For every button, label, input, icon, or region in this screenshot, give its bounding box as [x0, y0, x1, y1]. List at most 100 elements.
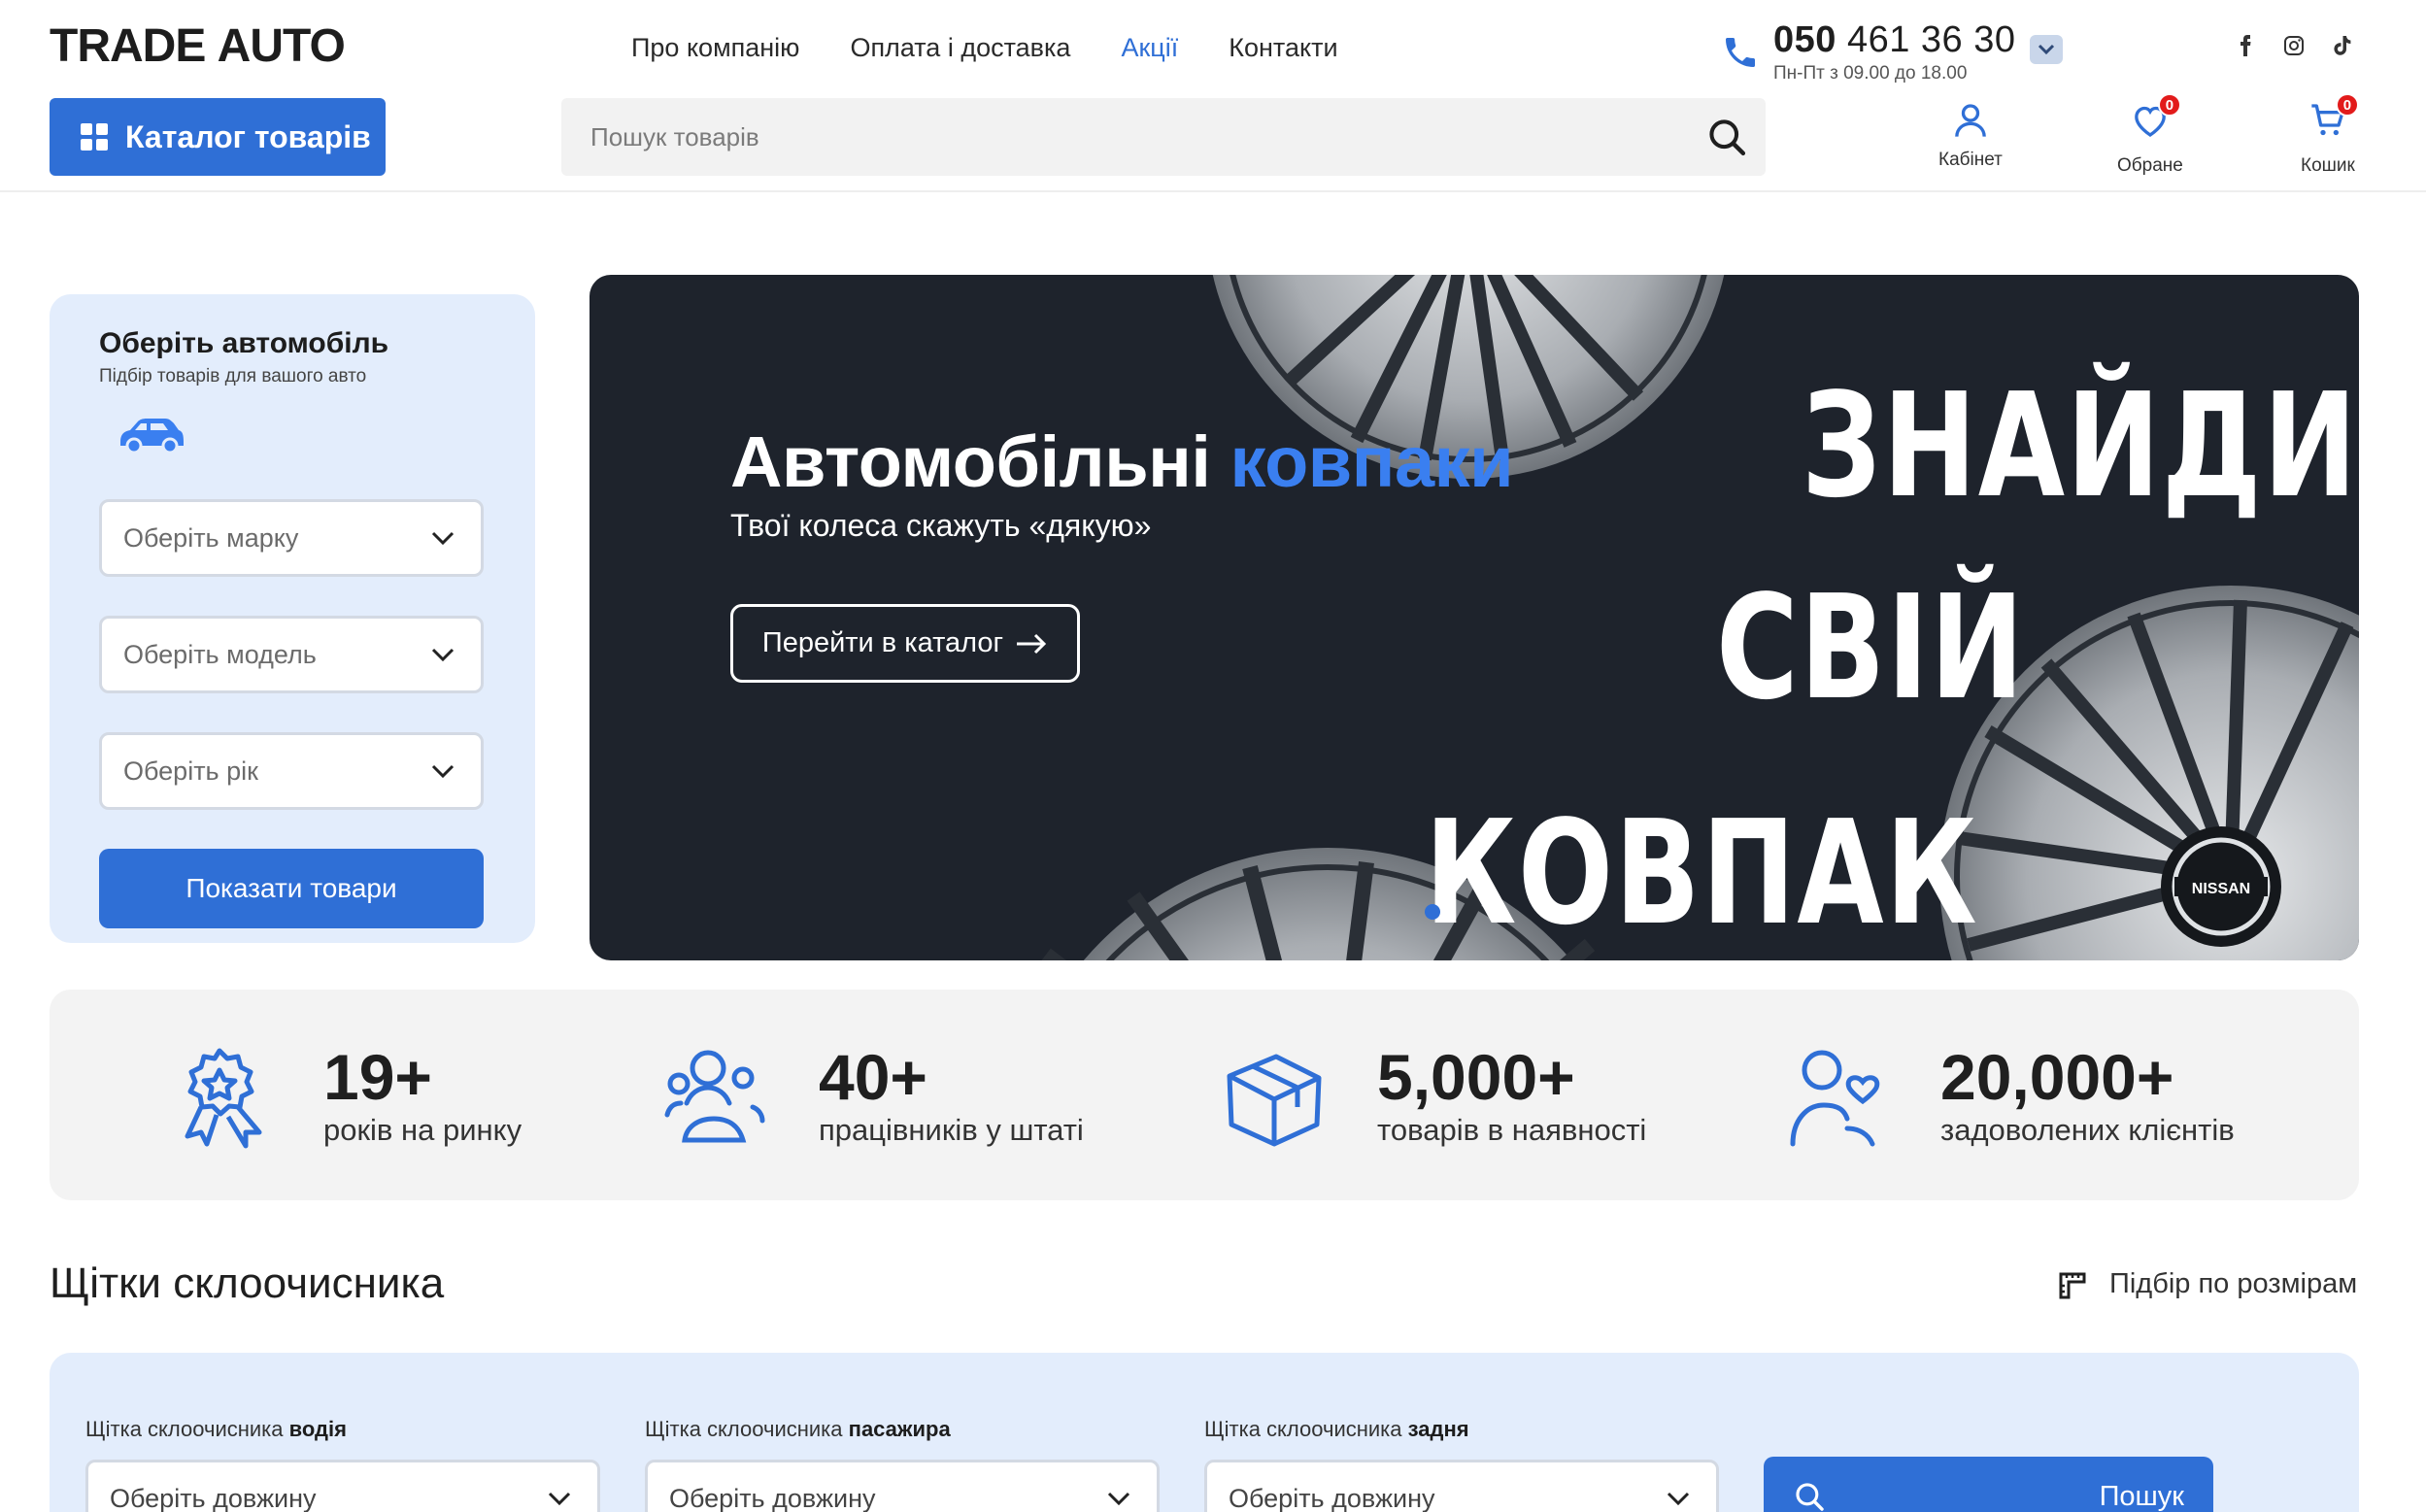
favorites-link[interactable]: 0 Обране: [2117, 93, 2183, 177]
wiper-search-button[interactable]: Пошук: [1764, 1457, 2213, 1512]
carousel-dot[interactable]: [1425, 904, 1440, 920]
nav-contacts[interactable]: Контакти: [1229, 33, 1337, 63]
wiper-rear-label: Щітка склоочисника задня: [1204, 1417, 1469, 1441]
stat-products: 5,000+ товарів в наявності: [1220, 1043, 1646, 1150]
team-icon: [664, 1050, 765, 1143]
stat-years-label: років на ринку: [323, 1113, 522, 1147]
nav-payment-delivery[interactable]: Оплата і доставка: [850, 33, 1070, 63]
banner-word-find: ЗНАЙДИ: [1802, 362, 2359, 529]
phone-dropdown-button[interactable]: [2029, 35, 2063, 64]
phone-icon: [1726, 38, 1755, 67]
wiper-rear-placeholder: Оберіть довжину: [1229, 1483, 1435, 1512]
logo[interactable]: TRADE AUTO: [50, 19, 346, 73]
working-hours: Пн-Пт з 09.00 до 18.00: [1773, 63, 1968, 84]
instagram-icon[interactable]: [2282, 33, 2306, 58]
banner-subtitle: Твої колеса скажуть «дякую»: [730, 508, 1152, 543]
phone-number[interactable]: 050 461 36 30: [1773, 19, 2016, 61]
cart-link[interactable]: 0 Кошик: [2301, 93, 2359, 177]
stat-products-label: товарів в наявності: [1377, 1113, 1647, 1147]
catalog-button[interactable]: Каталог товарів: [50, 98, 386, 176]
go-to-catalog-label: Перейти в каталог: [761, 627, 1004, 658]
wiper-driver-placeholder: Оберіть довжину: [110, 1483, 317, 1512]
arrow-right-icon: [1017, 633, 1047, 654]
go-to-catalog-button[interactable]: Перейти в каталог: [730, 604, 1080, 683]
wiper-passenger-length-select[interactable]: Оберіть довжину: [645, 1460, 1160, 1512]
car-selector-subtitle: Підбір товарів для вашого авто: [99, 366, 367, 386]
stat-employees-label: працівників у штаті: [819, 1113, 1084, 1147]
chevron-down-icon: [431, 531, 455, 546]
wiper-search-label: Пошук: [2099, 1480, 2184, 1512]
banner-title-main: Автомобільні: [730, 421, 1211, 502]
logo-part-trade: TRADE: [50, 20, 206, 72]
catalog-button-label: Каталог товарів: [125, 118, 371, 154]
search-icon[interactable]: [1705, 116, 1748, 158]
wipers-filter-panel: Щітка склоочисника водія Оберіть довжину…: [50, 1353, 2359, 1512]
size-selection-label: Підбір по розмірам: [2109, 1268, 2358, 1299]
search-input[interactable]: [590, 121, 1659, 152]
wiper-rear-column: Щітка склоочисника задня Оберіть довжину: [1204, 1417, 1719, 1512]
model-select-placeholder: Оберіть модель: [123, 639, 317, 669]
logo-part-auto: AUTO: [217, 20, 346, 72]
tiktok-icon[interactable]: [2331, 33, 2354, 58]
site-header: TRADE AUTO Про компанію Оплата і доставк…: [0, 0, 2426, 192]
main-nav: Про компанію Оплата і доставка Акції Кон…: [631, 33, 1338, 63]
search-bar: [561, 98, 1766, 176]
cart-label: Кошик: [2301, 155, 2355, 176]
chevron-down-icon: [2038, 44, 2054, 55]
stat-clients-value: 20,000+: [1940, 1041, 2174, 1113]
banner-title: Автомобільні ковпаки: [730, 420, 1514, 503]
favorites-label: Обране: [2117, 155, 2183, 176]
stat-years: 19+ років на ринку: [166, 1043, 522, 1150]
chevron-down-icon: [1667, 1492, 1690, 1506]
year-select[interactable]: Оберіть рік: [99, 732, 484, 810]
social-links: [2234, 33, 2354, 58]
wiper-rear-length-select[interactable]: Оберіть довжину: [1204, 1460, 1719, 1512]
chevron-down-icon: [431, 648, 455, 662]
car-icon: [120, 419, 184, 454]
cabinet-link[interactable]: Кабінет: [1938, 101, 2003, 171]
phone-digits: 461 36 30: [1846, 19, 2016, 60]
nav-promotions[interactable]: Акції: [1121, 33, 1178, 63]
phone-block: 050 461 36 30 Пн-Пт з 09.00 до 18.00: [1721, 19, 2063, 84]
ruler-icon: [2059, 1272, 2086, 1298]
wiper-driver-length-select[interactable]: Оберіть довжину: [85, 1460, 600, 1512]
wiper-passenger-label: Щітка склоочисника пасажира: [645, 1417, 951, 1441]
stat-employees: 40+ працівників у штаті: [661, 1043, 1084, 1150]
wipers-section-title: Щітки склоочисника: [50, 1260, 445, 1307]
stats-bar: 19+ років на ринку 40+ працівників у шта…: [50, 990, 2359, 1200]
stat-clients: 20,000+ задоволених клієнтів: [1783, 1043, 2235, 1150]
grid-icon: [81, 123, 108, 151]
chevron-down-icon: [548, 1492, 571, 1506]
phone-code: 050: [1773, 19, 1836, 60]
hero-banner[interactable]: NISSAN Автомобільні ковпаки Твої колеса …: [590, 275, 2359, 960]
size-selection-link[interactable]: Підбір по розмірам: [2057, 1268, 2357, 1300]
brand-select[interactable]: Оберіть марку: [99, 499, 484, 577]
stat-years-value: 19+: [323, 1041, 432, 1113]
banner-title-highlight: ковпаки: [1230, 421, 1514, 502]
phone-text[interactable]: 050 461 36 30 Пн-Пт з 09.00 до 18.00: [1773, 19, 2016, 84]
wiper-driver-column: Щітка склоочисника водія Оберіть довжину: [85, 1417, 600, 1512]
wiper-passenger-column: Щітка склоочисника пасажира Оберіть довж…: [645, 1417, 1160, 1512]
car-selector-panel: Оберіть автомобіль Підбір товарів для ва…: [50, 294, 535, 943]
wiper-passenger-placeholder: Оберіть довжину: [669, 1483, 876, 1512]
wheel-brand-label: NISSAN: [2192, 881, 2250, 897]
happy-clients-icon: [1790, 1050, 1880, 1147]
car-selector-title: Оберіть автомобіль: [99, 327, 389, 359]
user-icon: [1955, 104, 1986, 137]
favorites-count-badge: 0: [2157, 93, 2181, 117]
banner-word-your: СВІЙ: [1716, 564, 2026, 731]
cabinet-label: Кабінет: [1938, 150, 2003, 170]
search-icon: [1796, 1483, 1824, 1511]
award-icon: [185, 1048, 262, 1149]
show-products-button[interactable]: Показати товари: [99, 849, 484, 928]
wiper-driver-label: Щітка склоочисника водія: [85, 1417, 347, 1441]
facebook-icon[interactable]: [2234, 33, 2257, 58]
favorites-icon-wrap: 0: [2131, 93, 2181, 155]
cart-count-badge: 0: [2335, 93, 2359, 117]
year-select-placeholder: Оберіть рік: [123, 756, 258, 786]
nav-about[interactable]: Про компанію: [631, 33, 799, 63]
stat-clients-label: задоволених клієнтів: [1940, 1113, 2235, 1147]
model-select[interactable]: Оберіть модель: [99, 616, 484, 693]
box-icon: [1227, 1054, 1322, 1147]
chevron-down-icon: [431, 764, 455, 779]
